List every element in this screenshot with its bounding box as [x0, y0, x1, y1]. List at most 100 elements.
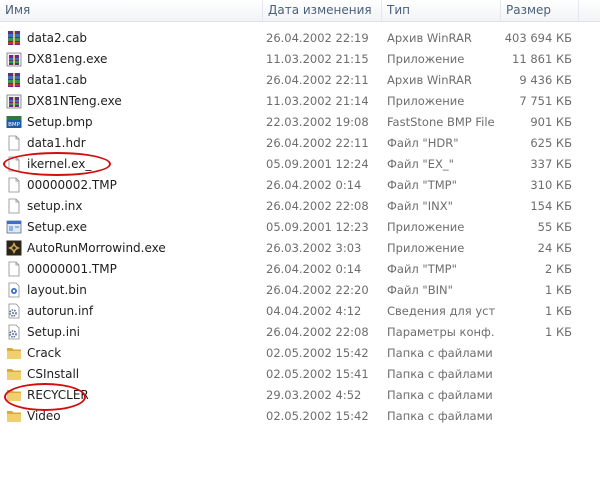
column-date-header[interactable]: Дата изменения: [263, 0, 381, 21]
file-row[interactable]: DX81NTeng.exe 11.03.2002 21:14 Приложение 7…: [0, 91, 600, 112]
file-row[interactable]: setup.inx 26.04.2002 22:08 Файл "INX" 154 К…: [0, 196, 600, 217]
file-size: 2 КБ: [544, 262, 572, 276]
file-row[interactable]: data2.cab 26.04.2002 22:19 Архив WinRAR 403…: [0, 28, 600, 49]
folder-icon: [6, 345, 22, 361]
file-size: 154 КБ: [530, 199, 572, 213]
file-size: 11 861 КБ: [512, 52, 572, 66]
winrar-sfx-icon: [6, 93, 22, 109]
file-date: 02.05.2002 15:42: [266, 409, 369, 423]
file-date: 26.04.2002 22:08: [266, 199, 369, 213]
file-row[interactable]: Video 02.05.2002 15:42 Папка с файлами: [0, 406, 600, 427]
file-type: Приложение: [387, 52, 465, 66]
file-date: 05.09.2001 12:23: [266, 220, 369, 234]
file-date: 02.05.2002 15:41: [266, 367, 369, 381]
file-date: 04.04.2002 4:12: [266, 304, 362, 318]
settings-file-icon: [6, 324, 22, 340]
file-size: 403 694 КБ: [504, 31, 572, 45]
file-name: AutoRunMorrowind.exe: [27, 241, 166, 255]
file-name: 00000001.TMP: [27, 262, 117, 276]
file-list: data2.cab 26.04.2002 22:19 Архив WinRAR 403…: [0, 28, 600, 427]
file-date: 26.04.2002 22:11: [266, 73, 369, 87]
file-size: 1 КБ: [544, 325, 572, 339]
file-size: 55 КБ: [537, 220, 572, 234]
file-name: Setup.bmp: [27, 115, 93, 129]
file-name: autorun.inf: [27, 304, 94, 318]
file-size: [500, 364, 572, 385]
file-name: Crack: [27, 346, 62, 360]
file-type: Сведения для уст...: [387, 304, 495, 318]
file-name: data2.cab: [27, 31, 88, 45]
file-date: 02.05.2002 15:42: [266, 346, 369, 360]
file-name: Setup.ini: [27, 325, 81, 339]
file-date: 26.04.2002 22:20: [266, 283, 369, 297]
folder-icon: [6, 366, 22, 382]
file-type: Файл "TMP": [387, 262, 457, 276]
file-row[interactable]: data1.hdr 26.04.2002 22:11 Файл "HDR" 625 К…: [0, 133, 600, 154]
file-date: 26.03.2002 3:03: [266, 241, 362, 255]
file-size: [500, 343, 572, 364]
winrar-archive-icon: [6, 72, 22, 88]
file-name: Setup.exe: [27, 220, 88, 234]
file-name: Video: [27, 409, 61, 423]
file-date: 26.04.2002 0:14: [266, 178, 362, 192]
file-row[interactable]: Crack 02.05.2002 15:42 Папка с файлами: [0, 343, 600, 364]
blank-file-icon: [6, 156, 22, 172]
blank-file-icon: [6, 177, 22, 193]
file-type: Папка с файлами: [387, 346, 493, 360]
file-row[interactable]: CSInstall 02.05.2002 15:41 Папка с файлами: [0, 364, 600, 385]
file-row[interactable]: Setup.ini 26.04.2002 22:08 Параметры конф.…: [0, 322, 600, 343]
file-date: 26.04.2002 0:14: [266, 262, 362, 276]
blank-file-icon: [6, 198, 22, 214]
column-size-header[interactable]: Размер: [501, 0, 578, 21]
file-row[interactable]: ikernel.ex_ 05.09.2001 12:24 Файл "EX_" 337…: [0, 154, 600, 175]
file-date: 05.09.2001 12:24: [266, 157, 369, 171]
svg-text:BMP: BMP: [8, 122, 21, 128]
file-row[interactable]: Setup.exe 05.09.2001 12:23 Приложение 55 КБ: [0, 217, 600, 238]
file-name: 00000002.TMP: [27, 178, 117, 192]
file-type: Параметры конф...: [387, 325, 495, 339]
file-type: Файл "BIN": [387, 283, 453, 297]
file-type: Файл "EX_": [387, 157, 454, 171]
file-row[interactable]: data1.cab 26.04.2002 22:11 Архив WinRAR 9 4…: [0, 70, 600, 91]
file-type: Файл "HDR": [387, 136, 459, 150]
blank-file-icon: [6, 135, 22, 151]
column-header: Имя Дата изменения Тип Размер: [0, 0, 600, 22]
file-size: 24 КБ: [537, 241, 572, 255]
file-row[interactable]: 00000002.TMP 26.04.2002 0:14 Файл "TMP" 310…: [0, 175, 600, 196]
column-type-header[interactable]: Тип: [382, 0, 500, 21]
file-row[interactable]: RECYCLER 29.03.2002 4:52 Папка с файлами: [0, 385, 600, 406]
file-name: DX81eng.exe: [27, 52, 108, 66]
file-row[interactable]: DX81eng.exe 11.03.2002 21:15 Приложение 11 …: [0, 49, 600, 70]
file-type: FastStone BMP File: [387, 115, 495, 129]
file-row[interactable]: BMP Setup.bmp 22.03.2002 19:08 FastStone BM…: [0, 112, 600, 133]
file-date: 26.04.2002 22:19: [266, 31, 369, 45]
file-date: 26.04.2002 22:08: [266, 325, 369, 339]
file-type: Файл "INX": [387, 199, 453, 213]
file-type: Приложение: [387, 220, 465, 234]
file-name: layout.bin: [27, 283, 87, 297]
file-date: 22.03.2002 19:08: [266, 115, 369, 129]
file-type: Приложение: [387, 241, 465, 255]
file-size: [500, 406, 572, 427]
file-size: 625 КБ: [530, 136, 572, 150]
file-name: RECYCLER: [27, 388, 89, 402]
file-name: setup.inx: [27, 199, 83, 213]
file-name: ikernel.ex_: [27, 157, 92, 171]
file-row[interactable]: autorun.inf 04.04.2002 4:12 Сведения для у…: [0, 301, 600, 322]
file-name: CSInstall: [27, 367, 80, 381]
file-type: Папка с файлами: [387, 367, 493, 381]
folder-icon: [6, 387, 22, 403]
file-row[interactable]: AutoRunMorrowind.exe 26.03.2002 3:03 Прило…: [0, 238, 600, 259]
file-type: Файл "TMP": [387, 178, 457, 192]
file-size: 901 КБ: [530, 115, 572, 129]
column-name-header[interactable]: Имя: [0, 0, 262, 21]
winrar-archive-icon: [6, 30, 22, 46]
bin-file-icon: [6, 282, 22, 298]
file-row[interactable]: 00000001.TMP 26.04.2002 0:14 Файл "TMP" 2 К…: [0, 259, 600, 280]
file-name: DX81NTeng.exe: [27, 94, 122, 108]
column-divider[interactable]: [578, 0, 579, 21]
file-size: 310 КБ: [530, 178, 572, 192]
file-date: 11.03.2002 21:15: [266, 52, 369, 66]
file-row[interactable]: layout.bin 26.04.2002 22:20 Файл "BIN" 1 КБ: [0, 280, 600, 301]
file-date: 26.04.2002 22:11: [266, 136, 369, 150]
